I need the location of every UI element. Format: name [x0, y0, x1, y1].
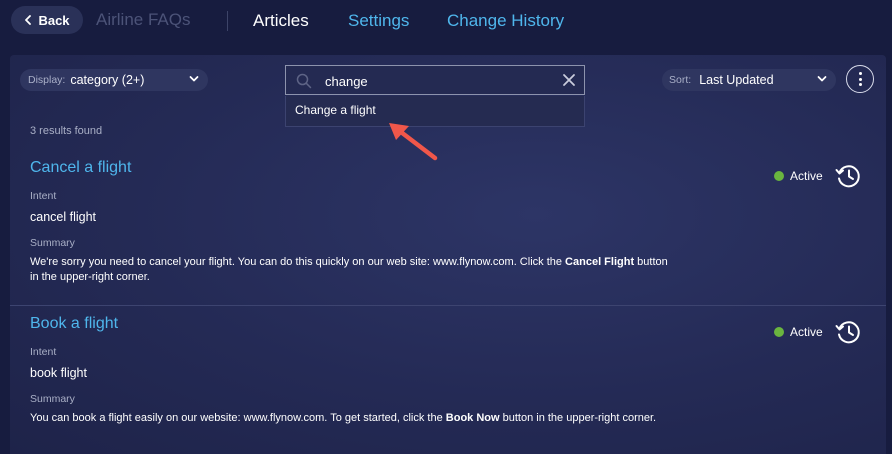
articles-panel: Display: category (2+) Change a flight S… — [10, 55, 886, 454]
tab-change-history[interactable]: Change History — [447, 11, 564, 31]
chevron-down-icon — [189, 76, 199, 82]
intent-value: book flight — [30, 366, 87, 380]
status-label: Active — [790, 169, 823, 183]
summary-label: Summary — [30, 393, 75, 405]
results-count: 3 results found — [30, 125, 103, 137]
chevron-down-icon — [817, 76, 827, 82]
search-icon — [296, 73, 312, 89]
row-divider — [10, 305, 886, 306]
history-icon[interactable] — [834, 318, 862, 346]
history-icon[interactable] — [834, 162, 862, 190]
sort-label: Sort: — [669, 74, 692, 86]
status-dot — [774, 171, 784, 181]
nav-divider — [227, 11, 228, 31]
display-filter-select[interactable]: Display: category (2+) — [20, 69, 208, 91]
tab-articles[interactable]: Articles — [253, 11, 309, 31]
search-field[interactable] — [285, 65, 585, 95]
close-icon[interactable] — [562, 73, 576, 87]
article-title[interactable]: Book a flight — [30, 315, 118, 333]
status-dot — [774, 327, 784, 337]
intent-label: Intent — [30, 346, 57, 358]
summary-text-end: button in the upper-right corner. — [499, 412, 657, 424]
summary-text-start: We're sorry you need to cancel your flig… — [30, 256, 566, 268]
status-label: Active — [790, 325, 823, 339]
app-title: Airline FAQs — [96, 10, 191, 29]
status-badge: Active — [774, 325, 823, 339]
chevron-left-icon — [25, 15, 32, 25]
tab-settings[interactable]: Settings — [348, 11, 409, 31]
back-button[interactable]: Back — [11, 6, 83, 34]
summary-label: Summary — [30, 237, 75, 249]
display-filter-label: Display: — [28, 74, 66, 86]
intent-value: cancel flight — [30, 210, 97, 224]
intent-label: Intent — [30, 190, 57, 202]
more-vertical-icon-dot — [858, 83, 862, 86]
top-bar: Back Airline FAQs Articles Settings Chan… — [0, 0, 892, 42]
sort-select[interactable]: Sort: Last Updated — [662, 69, 836, 91]
summary-text: You can book a flight easily on our webs… — [30, 411, 670, 426]
more-options-button[interactable] — [846, 65, 874, 93]
arrow-annotation-icon — [389, 123, 438, 161]
summary-text-emphasis: Cancel Flight — [565, 256, 635, 268]
summary-text-emphasis: Book Now — [445, 412, 500, 424]
display-filter-value: category (2+) — [70, 73, 145, 87]
sort-value: Last Updated — [699, 73, 774, 87]
search-input[interactable] — [323, 70, 557, 92]
back-button-label: Back — [38, 12, 70, 28]
summary-text-start: You can book a flight easily on our webs… — [30, 412, 446, 424]
article-title[interactable]: Cancel a flight — [30, 159, 131, 177]
more-vertical-icon-dot — [858, 77, 862, 81]
more-vertical-icon-dot — [858, 72, 862, 75]
status-badge: Active — [774, 169, 823, 183]
summary-text: We're sorry you need to cancel your flig… — [30, 255, 670, 285]
